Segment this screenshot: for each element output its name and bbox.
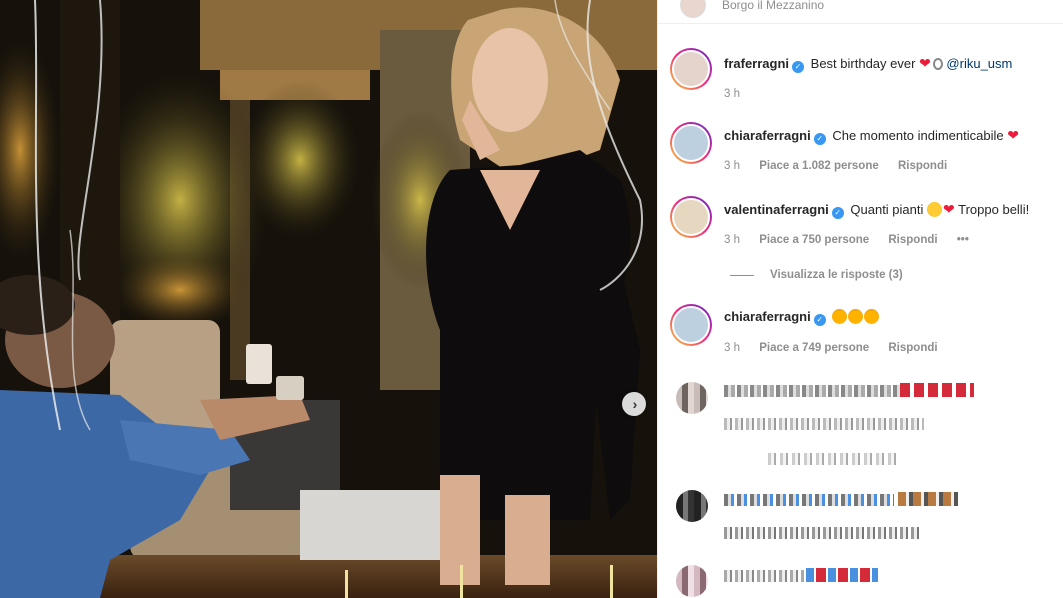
reply-button[interactable]: Rispondi [888, 342, 937, 354]
comment-username[interactable]: chiaraferragni [724, 128, 811, 143]
blurred-emojis [898, 492, 958, 506]
more-options-icon[interactable]: ••• [957, 234, 969, 246]
blurred-text [724, 494, 894, 506]
next-photo-button[interactable]: › [622, 392, 646, 416]
blurred-emojis [806, 568, 878, 582]
comment-username[interactable]: chiaraferragni [724, 309, 811, 324]
replies-line [730, 274, 754, 276]
star-struck-emoji [864, 309, 880, 324]
comment-time[interactable]: 3 h [724, 342, 740, 354]
header-divider [658, 23, 1063, 24]
blurred-avatar [676, 490, 708, 522]
avatar[interactable] [670, 122, 712, 164]
comment-likes[interactable]: Piace a 750 persone [759, 234, 869, 246]
caption-username[interactable]: fraferragni [724, 56, 789, 71]
post-photo: › [0, 0, 657, 598]
ring-emoji [932, 58, 943, 70]
caption-time[interactable]: 3 h [724, 88, 740, 100]
star-struck-emoji [832, 309, 848, 324]
view-replies-link[interactable]: Visualizza le risposte (3) [730, 269, 903, 281]
blurred-emojis [900, 383, 974, 397]
avatar[interactable] [670, 196, 712, 238]
blurred-text [724, 570, 804, 582]
post-header: Borgo il Mezzanino [680, 0, 824, 18]
blurred-text [724, 385, 904, 397]
red-heart-emoji: ❤ [1007, 127, 1019, 143]
comment-text: Quanti pianti [850, 202, 924, 217]
avatar[interactable] [670, 48, 712, 90]
comment-likes[interactable]: Piace a 1.082 persone [759, 160, 879, 172]
verified-badge-icon: ✓ [813, 133, 826, 145]
blurred-avatar [676, 382, 708, 414]
view-replies-label[interactable]: Visualizza le risposte (3) [770, 269, 903, 281]
chevron-right-icon: › [632, 396, 638, 412]
caption-text: Best birthday ever [810, 56, 916, 71]
comment-time[interactable]: 3 h [724, 160, 740, 172]
blurred-text [724, 527, 919, 539]
comment-text: Che momento indimenticabile [832, 128, 1004, 143]
verified-badge-icon: ✓ [813, 314, 826, 326]
comment-text-after: Troppo belli! [958, 202, 1030, 217]
red-heart-emoji: ❤ [943, 201, 955, 217]
reply-button[interactable]: Rispondi [898, 160, 947, 172]
star-struck-emoji [848, 309, 864, 324]
location-label[interactable]: Borgo il Mezzanino [722, 0, 824, 12]
verified-badge-icon: ✓ [792, 61, 805, 73]
author-avatar[interactable] [680, 0, 706, 18]
crying-face-emoji [927, 202, 943, 217]
comment-time[interactable]: 3 h [724, 234, 740, 246]
blurred-text [768, 453, 898, 465]
comment-username[interactable]: valentinaferragni [724, 202, 829, 217]
blurred-avatar [676, 565, 708, 597]
proposal-photo-illustration [0, 0, 657, 598]
avatar[interactable] [670, 304, 712, 346]
reply-button[interactable]: Rispondi [888, 234, 937, 246]
mention-link[interactable]: @riku_usm [946, 56, 1012, 71]
red-heart-emoji: ❤ [919, 55, 931, 71]
comments-panel: Borgo il Mezzanino fraferragni ✓ Best bir… [657, 0, 1063, 598]
verified-badge-icon: ✓ [831, 207, 844, 219]
blurred-text [724, 418, 924, 430]
comment-likes[interactable]: Piace a 749 persone [759, 342, 869, 354]
